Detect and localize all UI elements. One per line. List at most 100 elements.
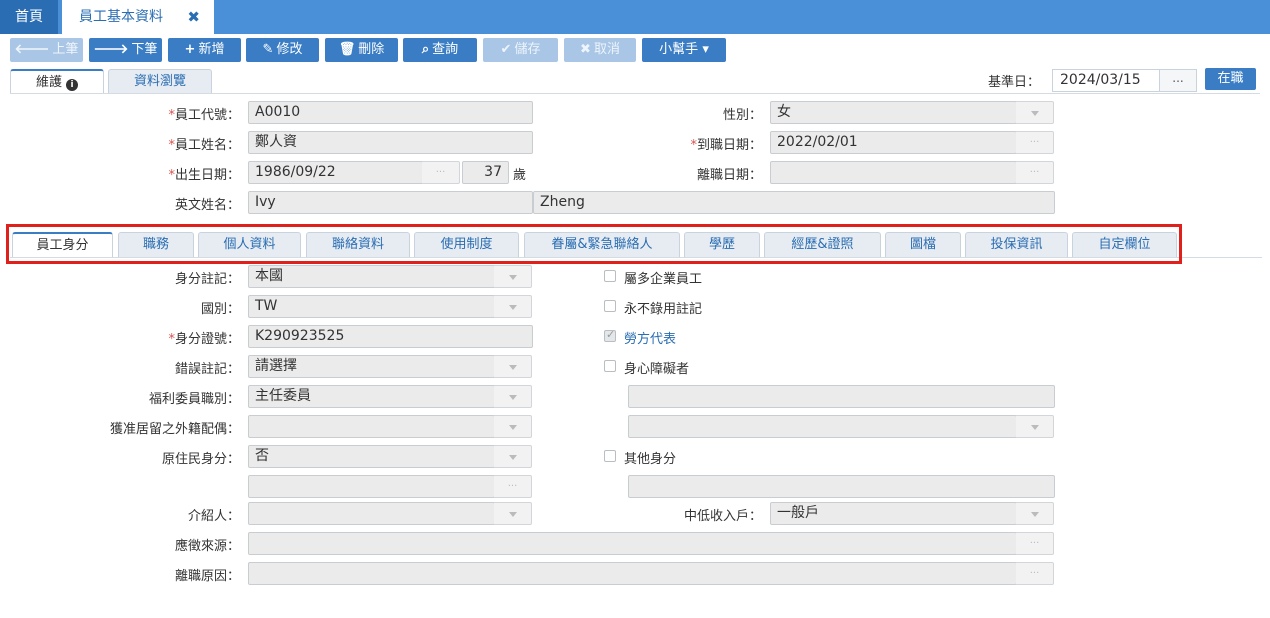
arrow-left-icon: 🡐 <box>14 42 50 57</box>
disabled-label: 身心障礙者 <box>624 362 690 377</box>
leave-reason-label: 離職原因： <box>174 569 240 584</box>
caret-down-icon: ▾ <box>702 42 709 57</box>
leave-date-field[interactable] <box>770 161 1017 184</box>
id-note-label: 身分註記： <box>174 272 240 287</box>
nationality-label: 國別： <box>200 302 240 317</box>
applicant-source-picker-button[interactable]: ... <box>1016 532 1054 555</box>
tab-maintain[interactable]: 維護 i <box>10 69 104 94</box>
gender-select[interactable]: 女 <box>770 101 1017 124</box>
leave-date-picker-button[interactable]: ... <box>1016 161 1054 184</box>
tab-employee-basic-data-label: 員工基本資料 <box>79 9 163 25</box>
arrow-right-icon: 🡒 <box>93 42 129 57</box>
disability-level-dropdown-button[interactable] <box>1016 415 1054 438</box>
save-button[interactable]: ✔ 儲存 <box>483 38 558 62</box>
low-income-dropdown-button[interactable] <box>1016 502 1054 525</box>
other-identity-label: 其他身分 <box>624 452 677 467</box>
query-button[interactable]: ⌕ 查詢 <box>403 38 477 62</box>
emp-code-field[interactable]: A0010 <box>248 101 533 124</box>
referrer-select[interactable] <box>248 502 495 525</box>
gender-dropdown-button[interactable] <box>1016 101 1054 124</box>
aboriginal-dropdown-button[interactable] <box>494 445 532 468</box>
pencil-icon: ✎ <box>262 42 274 57</box>
never-hire-checkbox[interactable] <box>604 300 616 312</box>
welfare-role-label: 福利委員職別： <box>148 392 240 407</box>
gender-label: 性別： <box>722 108 762 123</box>
nationality-select[interactable]: TW <box>248 295 495 318</box>
foreign-spouse-label: 獲准居留之外籍配偶： <box>109 422 240 437</box>
aboriginal-select[interactable]: 否 <box>248 445 495 468</box>
referrer-dropdown-button[interactable] <box>494 502 532 525</box>
labor-rep-checkbox[interactable] <box>604 328 616 342</box>
welfare-role-select[interactable]: 主任委員 <box>248 385 495 408</box>
never-hire-label: 永不錄用註記 <box>624 302 703 317</box>
referrer-label: 介紹人： <box>187 509 240 524</box>
tab-employee-basic-data[interactable]: 員工基本資料 ✖ <box>62 0 214 34</box>
close-icon[interactable]: ✖ <box>187 0 200 34</box>
other-identity-field[interactable] <box>628 475 1055 498</box>
hire-date-label: *到職日期： <box>690 138 762 153</box>
id-note-select[interactable]: 本國 <box>248 265 495 288</box>
english-last-name-field[interactable]: Zheng <box>533 191 1055 214</box>
add-button[interactable]: + 新增 <box>168 38 241 62</box>
emp-code-label: *員工代號： <box>168 108 240 123</box>
hire-date-picker-button[interactable]: ... <box>1016 131 1054 154</box>
helper-dropdown-button[interactable]: 小幫手 ▾ <box>642 38 726 62</box>
nationality-dropdown-button[interactable] <box>494 295 532 318</box>
leave-date-label: 離職日期： <box>696 168 762 183</box>
emp-name-label: *員工姓名： <box>168 138 240 153</box>
edit-button[interactable]: ✎ 修改 <box>246 38 319 62</box>
highlight-box <box>6 224 1182 264</box>
labor-rep-label: 勞方代表 <box>624 332 677 347</box>
applicant-source-label: 應徵來源： <box>174 539 240 554</box>
english-name-label: 英文姓名： <box>174 198 240 213</box>
birth-date-label: *出生日期： <box>168 168 240 183</box>
multi-company-checkbox[interactable] <box>604 270 616 282</box>
other-identity-checkbox[interactable] <box>604 450 616 462</box>
next-record-button[interactable]: 🡒 下筆 <box>89 38 162 62</box>
error-note-dropdown-button[interactable] <box>494 355 532 378</box>
aboriginal-tribe-field[interactable] <box>248 475 495 498</box>
low-income-select[interactable]: 一般戶 <box>770 502 1017 525</box>
error-note-select[interactable]: 請選擇 <box>248 355 495 378</box>
aboriginal-label: 原住民身分： <box>161 452 240 467</box>
welfare-role-dropdown-button[interactable] <box>494 385 532 408</box>
employment-status-button[interactable]: 在職 <box>1205 68 1256 90</box>
leave-reason-picker-button[interactable]: ... <box>1016 562 1054 585</box>
id-note-dropdown-button[interactable] <box>494 265 532 288</box>
id-number-label: *身分證號： <box>168 332 240 347</box>
ref-date-picker-button[interactable]: ... <box>1159 69 1197 92</box>
ref-date-label: 基準日： <box>988 75 1041 90</box>
applicant-source-field[interactable] <box>248 532 1017 555</box>
foreign-spouse-dropdown-button[interactable] <box>494 415 532 438</box>
error-note-label: 錯誤註記： <box>174 362 240 377</box>
birth-date-picker-button[interactable]: ... <box>422 161 460 184</box>
trash-icon: 🗑 <box>338 42 356 57</box>
info-icon: i <box>66 79 78 91</box>
disability-detail-field[interactable] <box>628 385 1055 408</box>
tab-browse[interactable]: 資料瀏覽 <box>108 69 212 94</box>
prev-record-button[interactable]: 🡐 上筆 <box>10 38 83 62</box>
plus-icon: + <box>184 42 196 57</box>
aboriginal-tribe-picker-button[interactable]: ... <box>494 475 532 498</box>
search-icon: ⌕ <box>421 42 430 57</box>
hire-date-field[interactable]: 2022/02/01 <box>770 131 1017 154</box>
disabled-checkbox[interactable] <box>604 360 616 372</box>
id-number-field[interactable]: K290923525 <box>248 325 533 348</box>
sub-tab-divider <box>10 93 1260 94</box>
delete-button[interactable]: 🗑 刪除 <box>325 38 398 62</box>
check-icon: ✔ <box>500 42 512 57</box>
low-income-label: 中低收入戶： <box>683 509 762 524</box>
top-tab-bar: 首頁 員工基本資料 ✖ <box>0 0 1270 34</box>
foreign-spouse-select[interactable] <box>248 415 495 438</box>
leave-reason-field[interactable] <box>248 562 1017 585</box>
age-unit-label: 歲 <box>513 168 527 183</box>
multi-company-label: 屬多企業員工 <box>624 272 703 287</box>
tab-home[interactable]: 首頁 <box>0 0 58 34</box>
disability-level-select[interactable] <box>628 415 1017 438</box>
age-field: 37 <box>462 161 509 184</box>
ref-date-input[interactable]: 2024/03/15 <box>1052 69 1160 92</box>
birth-date-field[interactable]: 1986/09/22 <box>248 161 423 184</box>
english-first-name-field[interactable]: Ivy <box>248 191 533 214</box>
emp-name-field[interactable]: 鄭人資 <box>248 131 533 154</box>
cancel-button[interactable]: ✖ 取消 <box>564 38 636 62</box>
